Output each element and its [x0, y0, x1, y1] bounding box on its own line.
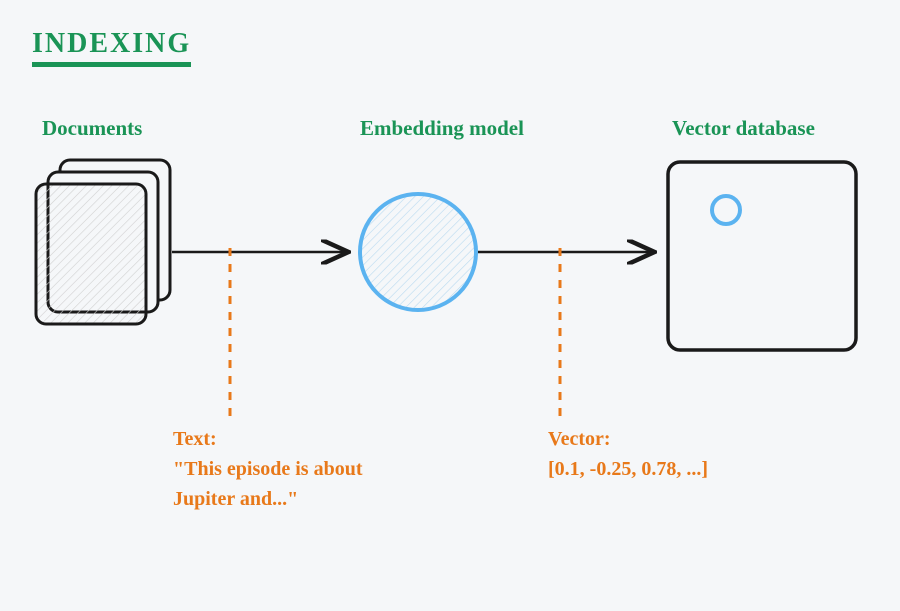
documents-icon [36, 160, 170, 324]
embedding-model-icon [360, 194, 476, 310]
diagram-canvas [0, 0, 900, 611]
vector-database-icon [668, 162, 856, 350]
